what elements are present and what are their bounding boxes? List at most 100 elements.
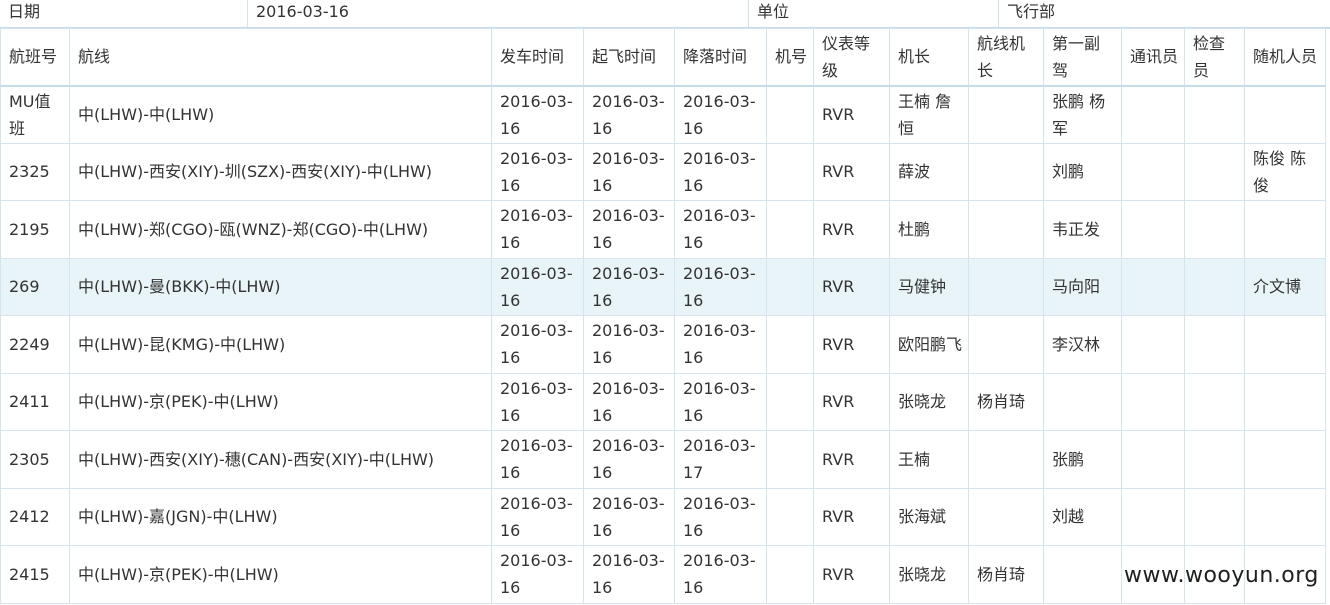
- table-cell: 杨肖琦: [968, 372, 1044, 431]
- table-cell: 中(LHW)-西安(XIY)-穗(CAN)-西安(XIY)-中(LHW): [69, 430, 492, 489]
- table-body: MU值班 中(LHW)-中(LHW) 2016-03-16 2016-03-16 201…: [0, 85, 1326, 604]
- table-cell: [968, 200, 1044, 259]
- table-cell: [1184, 315, 1245, 374]
- table-cell: 马向阳: [1043, 257, 1122, 316]
- table-cell: [766, 372, 814, 431]
- table-cell: [1184, 372, 1245, 431]
- table-cell: [1121, 430, 1185, 489]
- table-row[interactable]: 2195 中(LHW)-郑(CGO)-瓯(WNZ)-郑(CGO)-中(LHW) 20…: [0, 200, 1326, 259]
- table-cell: 2016-03-16: [491, 257, 584, 316]
- table-cell: [1244, 315, 1326, 374]
- column-header[interactable]: 降落时间: [674, 28, 767, 87]
- table-row[interactable]: 2325 中(LHW)-西安(XIY)-圳(SZX)-西安(XIY)-中(LHW)…: [0, 142, 1326, 201]
- table-cell: [1121, 487, 1185, 546]
- table-cell: 2415: [0, 545, 70, 604]
- table-cell: 269: [0, 257, 70, 316]
- date-value: 2016-03-16: [248, 0, 749, 27]
- table-cell: [968, 487, 1044, 546]
- column-header[interactable]: 航班号: [0, 28, 70, 87]
- column-header[interactable]: 发车时间: [491, 28, 584, 87]
- table-cell: 中(LHW)-曼(BKK)-中(LHW): [69, 257, 492, 316]
- watermark: www.wooyun.org: [1124, 563, 1319, 588]
- table-cell: 2016-03-16: [583, 85, 675, 144]
- table-row[interactable]: 2249 中(LHW)-昆(KMG)-中(LHW) 2016-03-16 2016-0…: [0, 315, 1326, 374]
- table-cell: 2016-03-16: [491, 430, 584, 489]
- table-cell: 刘越: [1043, 487, 1122, 546]
- table-cell: 中(LHW)-昆(KMG)-中(LHW): [69, 315, 492, 374]
- table-row[interactable]: MU值班 中(LHW)-中(LHW) 2016-03-16 2016-03-16 201…: [0, 85, 1326, 144]
- table-cell: [1121, 200, 1185, 259]
- table-cell: [1244, 487, 1326, 546]
- column-header[interactable]: 检查员: [1184, 28, 1245, 87]
- column-header[interactable]: 机长: [889, 28, 969, 87]
- table-cell: 王楠: [889, 430, 969, 489]
- table-cell: 2016-03-16: [674, 142, 767, 201]
- table-cell: 2016-03-16: [491, 142, 584, 201]
- table-cell: [1121, 315, 1185, 374]
- table-cell: 2016-03-16: [583, 430, 675, 489]
- table-cell: 陈俊 陈俊: [1244, 142, 1326, 201]
- table-cell: [1121, 372, 1185, 431]
- table-cell: RVR: [813, 545, 890, 604]
- table-cell: 2016-03-16: [583, 372, 675, 431]
- column-header[interactable]: 仪表等级: [813, 28, 890, 87]
- table-cell: 2016-03-16: [583, 200, 675, 259]
- table-cell: RVR: [813, 85, 890, 144]
- column-header[interactable]: 第一副驾: [1043, 28, 1122, 87]
- table-cell: 2016-03-16: [674, 372, 767, 431]
- table-cell: 2016-03-16: [583, 487, 675, 546]
- table-row[interactable]: 269 中(LHW)-曼(BKK)-中(LHW) 2016-03-16 2016-03…: [0, 257, 1326, 316]
- table-cell: [766, 142, 814, 201]
- table-cell: 2016-03-16: [491, 200, 584, 259]
- table-cell: 2016-03-16: [583, 545, 675, 604]
- table-cell: 张海斌: [889, 487, 969, 546]
- table-cell: [1184, 200, 1245, 259]
- table-cell: [1121, 85, 1185, 144]
- table-cell: 欧阳鹏飞: [889, 315, 969, 374]
- column-header[interactable]: 航线机长: [968, 28, 1044, 87]
- table-row[interactable]: 2411 中(LHW)-京(PEK)-中(LHW) 2016-03-16 2016-0…: [0, 372, 1326, 431]
- table-header-row: 航班号 航线 发车时间 起飞时间 降落时间 机号 仪表等级 机长 航线机长 第一…: [0, 28, 1326, 87]
- table-cell: [766, 200, 814, 259]
- table-cell: [968, 430, 1044, 489]
- table-cell: [1043, 545, 1122, 604]
- column-header[interactable]: 起飞时间: [583, 28, 675, 87]
- table-cell: 张晓龙: [889, 545, 969, 604]
- table-row[interactable]: 2412 中(LHW)-嘉(JGN)-中(LHW) 2016-03-16 2016-0…: [0, 487, 1326, 546]
- table-cell: 2016-03-16: [491, 315, 584, 374]
- table-cell: 2016-03-16: [491, 372, 584, 431]
- table-cell: [1244, 200, 1326, 259]
- column-header[interactable]: 机号: [766, 28, 814, 87]
- table-cell: 2016-03-16: [674, 487, 767, 546]
- table-cell: 李汉林: [1043, 315, 1122, 374]
- column-header[interactable]: 航线: [69, 28, 492, 87]
- table-cell: [1184, 142, 1245, 201]
- table-cell: 2016-03-16: [491, 545, 584, 604]
- table-cell: 杜鹏: [889, 200, 969, 259]
- table-cell: [968, 85, 1044, 144]
- table-cell: [968, 142, 1044, 201]
- table-cell: 2016-03-16: [674, 200, 767, 259]
- table-cell: 2249: [0, 315, 70, 374]
- table-cell: 2195: [0, 200, 70, 259]
- table-cell: 2412: [0, 487, 70, 546]
- table-cell: 中(LHW)-西安(XIY)-圳(SZX)-西安(XIY)-中(LHW): [69, 142, 492, 201]
- table-cell: 2016-03-16: [674, 257, 767, 316]
- table-cell: 2411: [0, 372, 70, 431]
- table-cell: 中(LHW)-京(PEK)-中(LHW): [69, 372, 492, 431]
- table-row[interactable]: 2305 中(LHW)-西安(XIY)-穗(CAN)-西安(XIY)-中(LHW)…: [0, 430, 1326, 489]
- table-cell: 2016-03-16: [583, 142, 675, 201]
- table-cell: 中(LHW)-京(PEK)-中(LHW): [69, 545, 492, 604]
- column-header[interactable]: 通讯员: [1121, 28, 1185, 87]
- column-header[interactable]: 随机人员: [1244, 28, 1326, 87]
- table-cell: RVR: [813, 142, 890, 201]
- table-cell: [1184, 430, 1245, 489]
- table-cell: RVR: [813, 372, 890, 431]
- table-cell: RVR: [813, 200, 890, 259]
- table-cell: RVR: [813, 487, 890, 546]
- table-cell: 刘鹏: [1043, 142, 1122, 201]
- table-cell: 2016-03-16: [583, 315, 675, 374]
- table-cell: 韦正发: [1043, 200, 1122, 259]
- date-label: 日期: [0, 0, 248, 27]
- unit-value: 飞行部: [1007, 2, 1056, 21]
